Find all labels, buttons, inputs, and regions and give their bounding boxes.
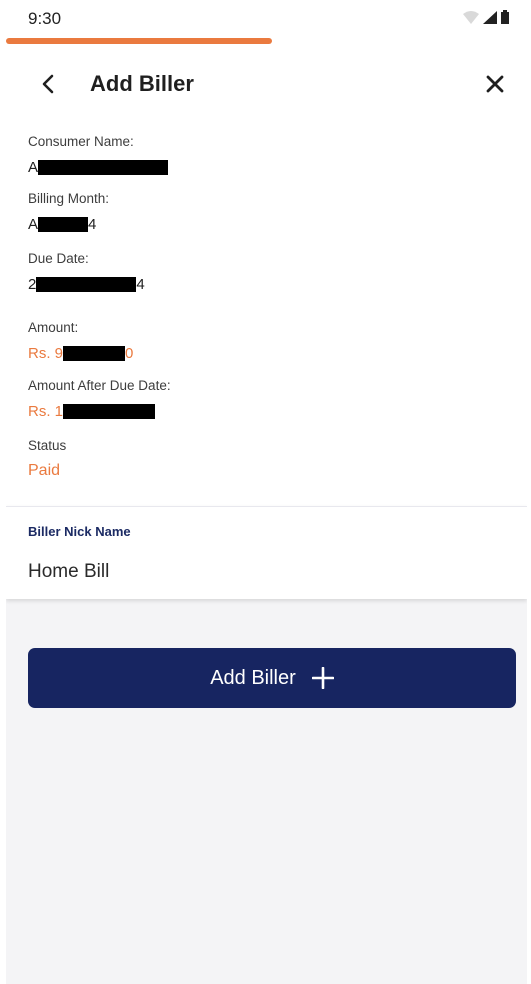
nick-name-card: Biller Nick Name xyxy=(6,506,527,599)
amount-value: Rs. 9 0 xyxy=(28,344,133,362)
billing-month-value: A4 xyxy=(28,215,109,233)
close-button[interactable] xyxy=(481,70,509,98)
battery-icon xyxy=(501,10,509,24)
redaction-block xyxy=(36,276,137,292)
consumer-name-prefix: A xyxy=(28,158,39,176)
amount-after-due-label: Amount After Due Date: xyxy=(28,378,171,393)
due-date-label: Due Date: xyxy=(28,251,89,266)
billing-month-field: Billing Month: A4 xyxy=(28,191,109,233)
status-field: Status Paid xyxy=(28,438,66,480)
due-date-value: 24 xyxy=(28,275,145,293)
header: Add Biller xyxy=(6,60,527,108)
progress-bar xyxy=(6,38,527,44)
amount-after-due-field: Amount After Due Date: Rs. 1 xyxy=(28,378,171,420)
amount-suffix: 0 xyxy=(125,344,134,362)
due-date-suffix: 4 xyxy=(136,275,145,293)
billing-month-suffix: 4 xyxy=(88,215,97,233)
progress-fill xyxy=(6,38,272,44)
billing-month-prefix: A xyxy=(28,215,39,233)
consumer-name-field: Consumer Name: A xyxy=(28,134,169,176)
amount-after-due-value: Rs. 1 xyxy=(28,402,171,420)
status-bar: 9:30 xyxy=(6,0,527,34)
due-date-field: Due Date: 24 xyxy=(28,251,145,293)
redaction-block xyxy=(63,403,156,419)
consumer-name-label: Consumer Name: xyxy=(28,134,134,149)
wifi-icon xyxy=(463,11,479,24)
amount-prefix: Rs. 9 xyxy=(28,344,64,362)
page-title: Add Biller xyxy=(90,71,194,96)
signal-icon xyxy=(483,11,497,24)
status-label: Status xyxy=(28,438,67,453)
redaction-block xyxy=(38,159,169,175)
amount-after-due-prefix: Rs. 1 xyxy=(28,402,64,420)
nick-name-input[interactable] xyxy=(28,561,508,583)
redaction-block xyxy=(63,345,126,361)
nick-name-label: Biller Nick Name xyxy=(28,524,131,539)
due-date-prefix: 2 xyxy=(28,275,37,293)
add-biller-button[interactable]: Add Biller xyxy=(28,648,516,708)
close-icon xyxy=(486,75,504,93)
screen: 9:30 Add Biller Consumer Name: A Billing… xyxy=(0,0,531,984)
amount-field: Amount: Rs. 9 0 xyxy=(28,320,133,362)
add-biller-label: Add Biller xyxy=(210,666,296,689)
status-icons xyxy=(463,10,509,24)
amount-label: Amount: xyxy=(28,320,79,335)
consumer-name-value: A xyxy=(28,158,169,176)
back-button[interactable] xyxy=(34,70,62,98)
billing-month-label: Billing Month: xyxy=(28,191,110,206)
status-time: 9:30 xyxy=(28,9,62,28)
chevron-left-icon xyxy=(42,74,54,94)
status-value: Paid xyxy=(28,462,61,479)
plus-icon xyxy=(311,667,334,689)
redaction-block xyxy=(38,216,89,232)
